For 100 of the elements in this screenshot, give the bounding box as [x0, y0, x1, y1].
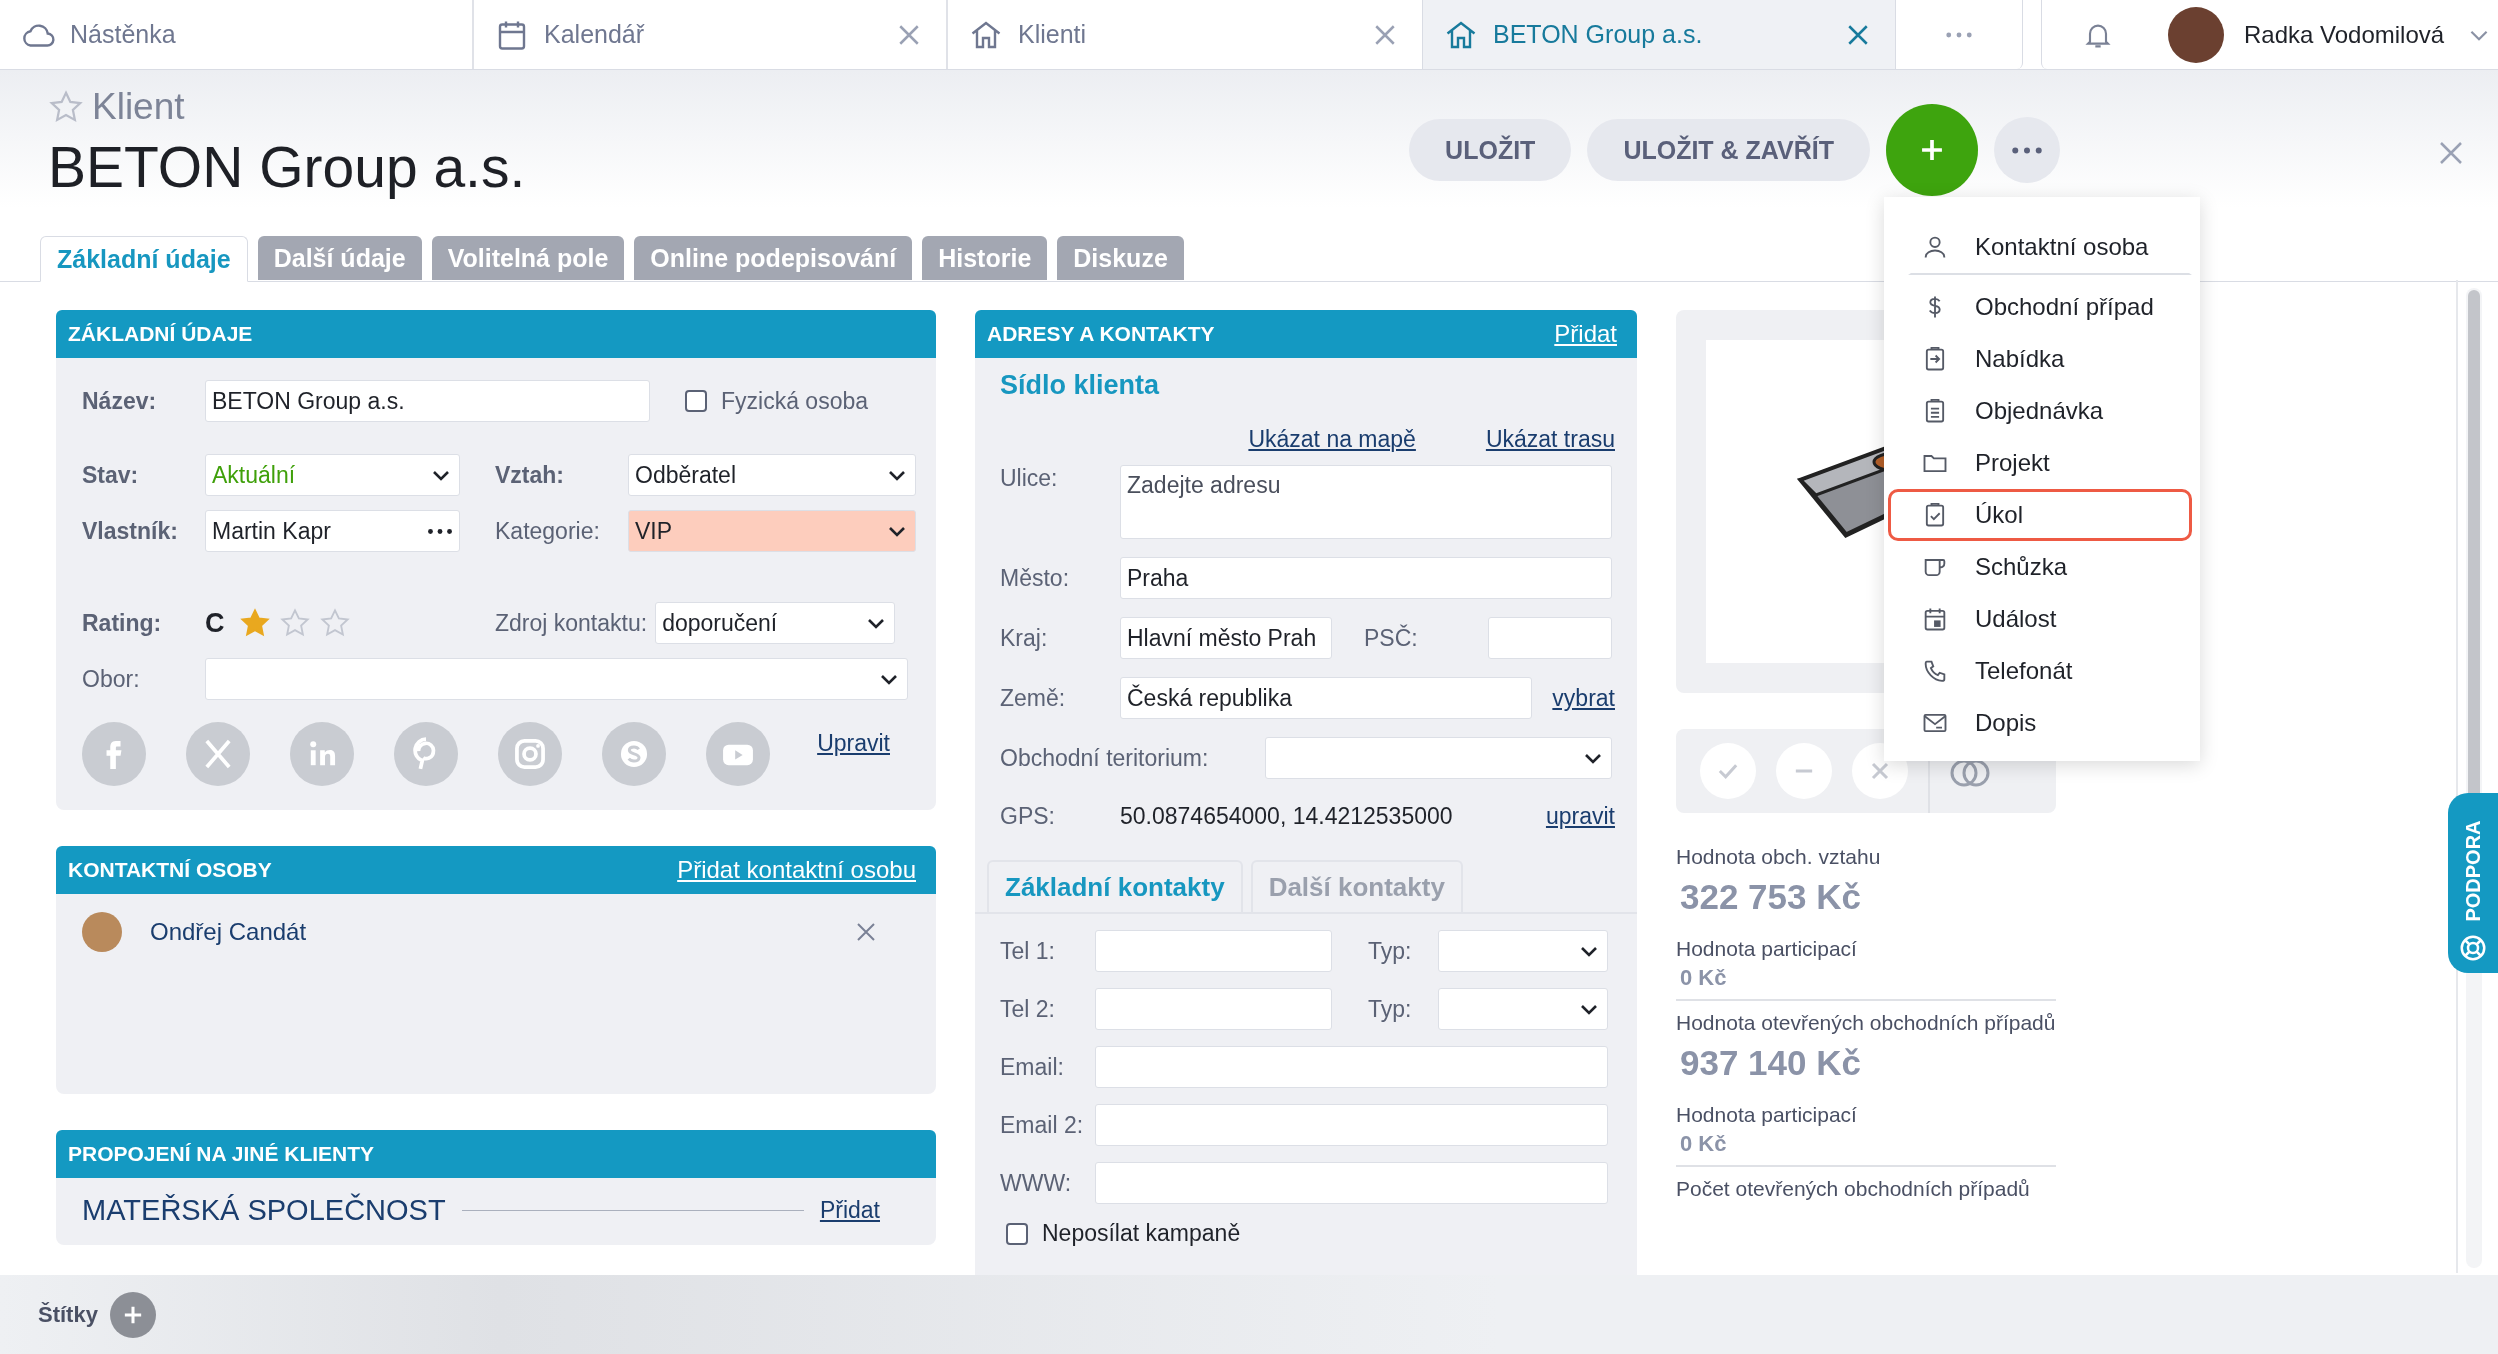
- show-map-link[interactable]: Ukázat na mapě: [1248, 426, 1416, 453]
- stat-label: Hodnota participací: [1676, 1103, 1858, 1127]
- save-close-button[interactable]: ULOŽIT & ZAVŘÍT: [1587, 119, 1870, 181]
- input-field[interactable]: BETON Group a.s.: [205, 380, 650, 422]
- field-label: Kategorie:: [495, 517, 601, 545]
- ellipsis-icon: [2011, 145, 2043, 155]
- field-label: Email 2:: [1000, 1111, 1085, 1139]
- panel-title: ADRESY A KONTAKTY: [987, 322, 1215, 346]
- linkedin-icon[interactable]: [290, 722, 354, 786]
- field-label: Země:: [1000, 684, 1067, 712]
- type-dropdown[interactable]: [1438, 930, 1608, 972]
- youtube-icon[interactable]: [706, 722, 770, 786]
- instagram-icon[interactable]: [498, 722, 562, 786]
- gps-value: 50.0874654000, 14.4212535000: [1120, 803, 1453, 830]
- menu-item[interactable]: Dopis: [1888, 697, 2192, 749]
- stat-label: Počet otevřených obchodních případů: [1676, 1177, 2031, 1201]
- section-heading: Sídlo klienta: [1000, 369, 1161, 401]
- field-label: GPS:: [1000, 803, 1056, 830]
- show-route-link[interactable]: Ukázat trasu: [1485, 426, 1615, 453]
- menu-item[interactable]: Telefonát: [1888, 645, 2192, 697]
- field-label: Email:: [1000, 1053, 1065, 1081]
- type-dropdown[interactable]: [1438, 988, 1608, 1030]
- field-label: Název:: [82, 387, 158, 415]
- country-field[interactable]: Česká republika: [1120, 677, 1532, 719]
- panel-title: KONTAKTNÍ OSOBY: [68, 858, 272, 882]
- panel-title: ZÁKLADNÍ ÚDAJE: [68, 322, 253, 346]
- city-field[interactable]: Praha: [1120, 557, 1612, 599]
- input-field[interactable]: [1095, 1046, 1608, 1088]
- field-label: Typ:: [1368, 995, 1413, 1023]
- tab[interactable]: BETON Group a.s.: [1422, 0, 1896, 69]
- relation-dropdown[interactable]: Odběratel: [628, 454, 916, 496]
- tab-label: Kalendář: [544, 20, 646, 49]
- neutral-button[interactable]: [1776, 743, 1832, 799]
- star-rating[interactable]: [238, 607, 351, 639]
- phone-field[interactable]: [1095, 930, 1332, 972]
- star-icon[interactable]: [278, 607, 311, 639]
- star-icon[interactable]: [318, 607, 351, 639]
- menu-item[interactable]: Kontaktní osoba: [1908, 217, 2192, 275]
- pinterest-icon[interactable]: [394, 722, 458, 786]
- field-label: Rating:: [82, 609, 163, 637]
- tags-label: Štítky: [38, 1301, 98, 1328]
- field-label: Kraj:: [1000, 624, 1049, 652]
- phone-field[interactable]: [1095, 988, 1332, 1030]
- facebook-icon[interactable]: [82, 722, 146, 786]
- page-title: BETON Group a.s.: [48, 134, 527, 200]
- save-button[interactable]: ULOŽIT: [1409, 119, 1572, 181]
- choose-link[interactable]: vybrat: [1552, 684, 1615, 712]
- menu-item[interactable]: Nabídka: [1888, 333, 2192, 385]
- x-icon[interactable]: [186, 722, 250, 786]
- input-field[interactable]: [1095, 1162, 1608, 1204]
- stat-label: Hodnota participací: [1676, 937, 1858, 961]
- stat-value: 322 753 Kč: [1679, 877, 1862, 917]
- star-icon[interactable]: [238, 607, 271, 639]
- stat-label: Hodnota otevřených obchodních případů: [1676, 1011, 2056, 1035]
- field-label: Vlastník:: [82, 517, 179, 545]
- menu-item[interactable]: Objednávka: [1888, 385, 2192, 437]
- zip-field[interactable]: [1488, 617, 1612, 659]
- field-label: Vztah:: [495, 461, 565, 489]
- checkbox-label: Neposílat kampaně: [1042, 1220, 1241, 1247]
- edit-link[interactable]: Upravit: [817, 730, 890, 757]
- user-name[interactable]: Radka Vodomilová: [2244, 20, 2445, 49]
- field-label: Zdroj kontaktu:: [495, 609, 648, 637]
- category-dropdown[interactable]: VIP: [628, 510, 916, 552]
- menu-item[interactable]: Obchodní případ: [1888, 281, 2192, 333]
- star-icon[interactable]: [48, 89, 84, 125]
- section-heading: MATEŘSKÁ SPOLEČNOST: [82, 1194, 446, 1227]
- tab-label: BETON Group a.s.: [1493, 20, 1704, 49]
- menu-item[interactable]: Úkol: [1888, 489, 2192, 541]
- menu-item[interactable]: Projekt: [1888, 437, 2192, 489]
- field-label: Obchodní teritorium:: [1000, 744, 1210, 772]
- approve-button[interactable]: [1700, 743, 1756, 799]
- source-dropdown[interactable]: doporučení: [655, 602, 896, 644]
- field-label: Tel 2:: [1000, 995, 1056, 1023]
- field-label: Stav:: [82, 461, 140, 489]
- owner-field[interactable]: Martin Kapr: [205, 510, 460, 552]
- ellipsis-icon[interactable]: [427, 527, 453, 535]
- add-link[interactable]: Přidat: [819, 1197, 880, 1224]
- industry-dropdown[interactable]: [205, 658, 908, 700]
- panel-title: PROPOJENÍ NA JINÉ KLIENTY: [68, 1142, 375, 1166]
- record-type: Klient: [92, 86, 185, 128]
- menu-item[interactable]: Schůzka: [1888, 541, 2192, 593]
- field-label: Typ:: [1368, 937, 1413, 965]
- street-field[interactable]: Zadejte adresu: [1120, 465, 1612, 539]
- contact-avatar: [82, 912, 122, 952]
- skype-icon[interactable]: [602, 722, 666, 786]
- territory-dropdown[interactable]: [1265, 737, 1612, 779]
- stat-value: 937 140 Kč: [1679, 1043, 1862, 1083]
- field-label: Tel 1:: [1000, 937, 1056, 965]
- rating-grade: C: [205, 607, 225, 639]
- checkbox[interactable]: [1006, 1222, 1028, 1245]
- ellipsis-icon: [1945, 30, 1973, 39]
- edit-link[interactable]: upravit: [1545, 803, 1615, 830]
- field-label: Město:: [1000, 564, 1071, 592]
- field-label: Ulice:: [1000, 465, 1059, 492]
- menu-item[interactable]: Událost: [1888, 593, 2192, 645]
- contact-name[interactable]: Ondřej Candát: [150, 918, 307, 946]
- checkbox[interactable]: [685, 390, 707, 412]
- region-field[interactable]: Hlavní město Prah: [1120, 617, 1332, 659]
- tab-label: Klienti: [1018, 20, 1088, 49]
- input-field[interactable]: [1095, 1104, 1608, 1146]
